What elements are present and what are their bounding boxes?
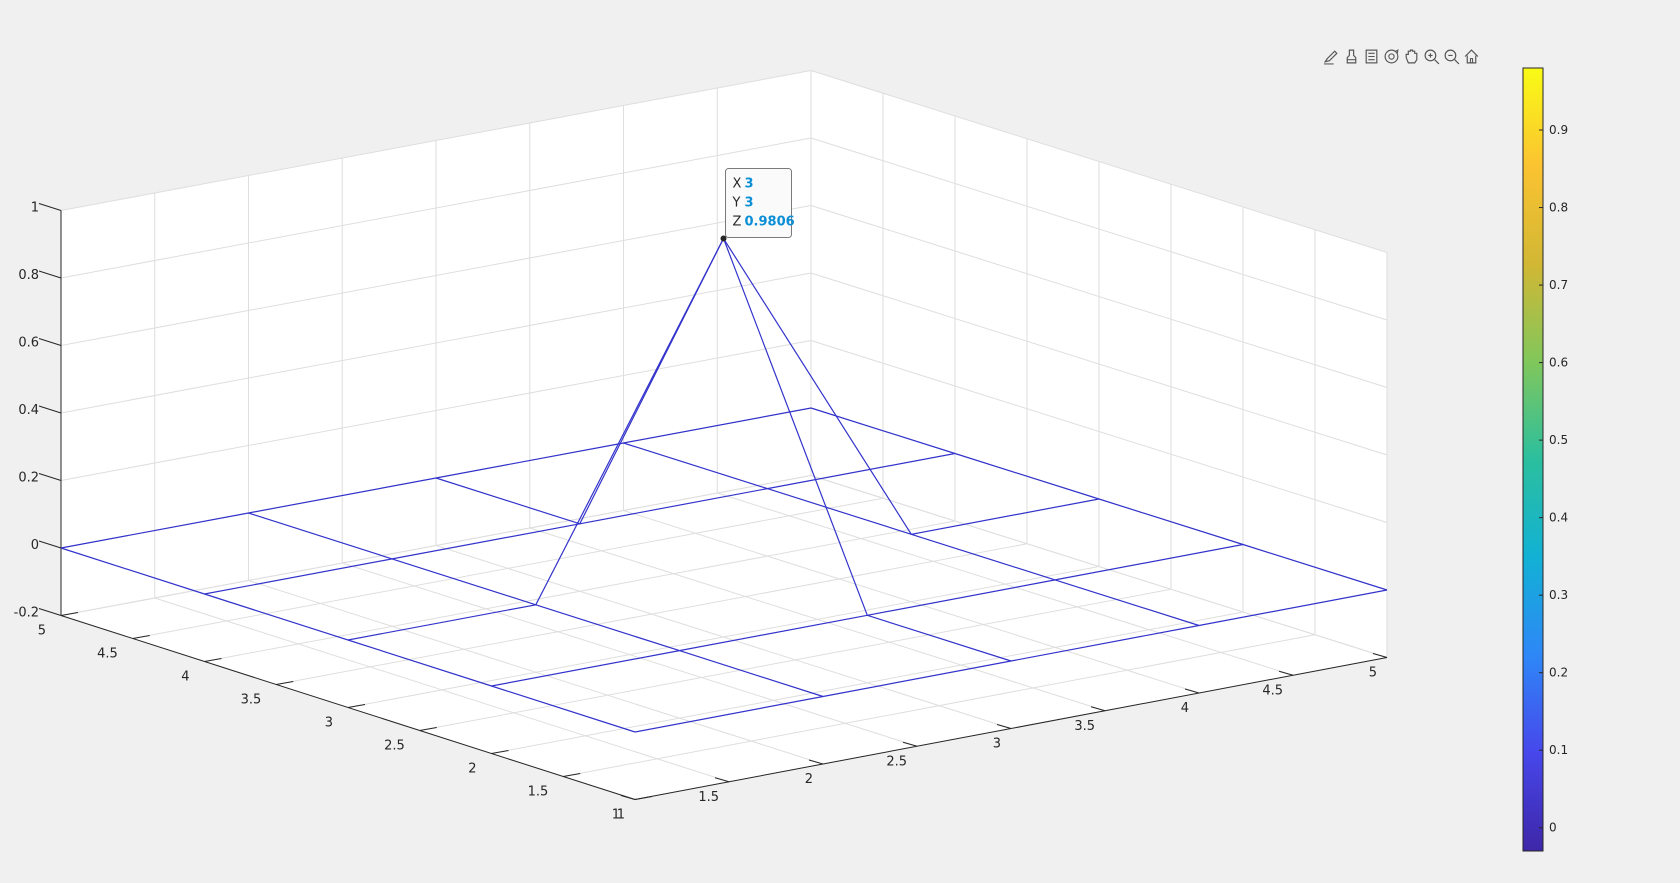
y-tick-label: 1.5 — [528, 785, 549, 800]
z-tick-mark — [38, 608, 62, 616]
y-tick-label: 4 — [181, 670, 189, 685]
x-tick-label: 1.5 — [698, 790, 719, 805]
datatip-label: X — [733, 177, 742, 192]
x-tick-label: 4 — [1181, 701, 1189, 716]
colorbar-tick-label: 0.9 — [1549, 123, 1568, 137]
pan-icon[interactable] — [1402, 46, 1420, 66]
datatip-value: 3 — [745, 177, 754, 192]
figure-canvas[interactable]: 11.522.533.544.5511.522.533.544.55-0.200… — [0, 0, 1680, 883]
y-tick-label: 3 — [325, 716, 333, 731]
x-tick-label: 3.5 — [1074, 719, 1095, 734]
colorbar-tick-label: 0.5 — [1549, 433, 1568, 447]
colorbar-tick-label: 0.2 — [1549, 666, 1568, 680]
axes-3d[interactable]: 1 1.5 2 2.5 3 3.5 4 4.5 5 1 1.5 2 2.5 3 3.5 4 4.5 5 -0.2 0 0… — [14, 70, 1388, 823]
x-tick-label: 4.5 — [1262, 683, 1283, 698]
y-tick-label: 2 — [468, 762, 476, 777]
x-tick-label: 3 — [993, 737, 1001, 752]
colorbar: 0 0.1 0.2 0.3 0.4 0.5 0.6 0.7 0.8 0.9 — [1522, 67, 1568, 852]
zoom-in-icon[interactable] — [1422, 46, 1440, 66]
colorbar-tick-label: 0.8 — [1549, 201, 1568, 215]
z-tick-label: 0.8 — [18, 268, 39, 283]
x-tick-label: 2.5 — [886, 754, 907, 769]
axes-toolbar — [1322, 45, 1480, 67]
y-tick-label: 1 — [612, 808, 620, 823]
data-tips-icon[interactable] — [1362, 46, 1380, 66]
datatip-label: Y — [732, 196, 741, 211]
z-tick-mark — [38, 270, 62, 279]
y-tick-label: 5 — [38, 624, 46, 639]
z-tick-mark — [38, 203, 62, 211]
x-tick-label: 2 — [805, 772, 813, 787]
y-tick-label: 2.5 — [384, 739, 405, 754]
colorbar-tick-label: 0 — [1549, 821, 1557, 835]
datatip-value: 0.9806 — [745, 215, 795, 230]
datatip-marker[interactable] — [720, 235, 727, 242]
datatip-label: Z — [733, 215, 742, 230]
colorbar-tick-label: 0.4 — [1549, 511, 1568, 525]
x-tick-label: 5 — [1369, 666, 1377, 681]
colorbar-gradient — [1522, 67, 1544, 852]
z-tick-label: 1 — [31, 201, 39, 216]
colorbar-tick-label: 0.7 — [1549, 278, 1568, 292]
z-tick-label: 0.2 — [18, 471, 39, 486]
z-tick-mark — [38, 338, 62, 346]
z-tick-label: 0.4 — [18, 403, 39, 418]
brush-edit-icon[interactable] — [1322, 46, 1340, 66]
z-tick-label: 0.6 — [18, 336, 39, 351]
datatip-value: 3 — [745, 196, 754, 211]
rotate-3d-icon[interactable] — [1382, 46, 1400, 66]
z-tick-label: 0 — [31, 538, 39, 553]
z-tick-mark — [38, 473, 62, 481]
zoom-out-icon[interactable] — [1442, 46, 1460, 66]
colorbar-tick-label: 0.3 — [1549, 588, 1568, 602]
y-tick-label: 4.5 — [97, 647, 118, 662]
datatip[interactable]: X 3Y 3Z 0.9806 — [720, 168, 795, 242]
z-tick-mark — [38, 540, 62, 549]
z-tick-mark — [38, 405, 62, 414]
home-icon[interactable] — [1462, 46, 1480, 66]
colorbar-tick-label: 0.1 — [1549, 743, 1568, 757]
y-tick-label: 3.5 — [241, 693, 262, 708]
z-tick-label: -0.2 — [14, 606, 39, 621]
colorbar-tick-label: 0.6 — [1549, 356, 1568, 370]
brush-data-icon[interactable] — [1342, 46, 1360, 66]
